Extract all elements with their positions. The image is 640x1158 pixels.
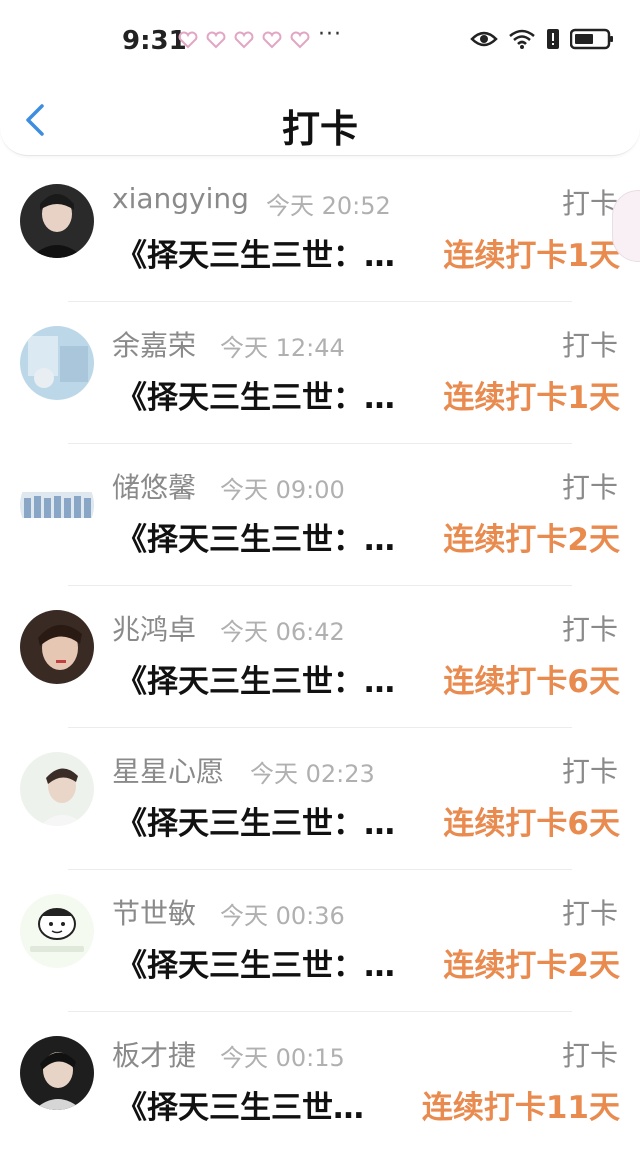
wifi-icon (509, 29, 535, 49)
checkin-tag: 打卡 (561, 897, 618, 930)
avatar[interactable] (20, 468, 94, 542)
avatar[interactable] (20, 610, 94, 684)
sim-alert-icon (547, 29, 559, 49)
list-item[interactable]: 星星心愿 今天 02:23 打卡 《择天三生三世：… 连续打卡6天 (0, 728, 640, 870)
book-title: 《择天三生三世：… (116, 380, 395, 416)
heart-icon (234, 31, 254, 49)
floating-badge[interactable] (612, 190, 640, 262)
checkin-time: 今天 06:42 (220, 618, 345, 646)
streak-label: 连续打卡11天 (421, 1090, 620, 1126)
avatar[interactable] (20, 184, 94, 258)
eye-icon (470, 31, 498, 47)
streak-label: 连续打卡1天 (443, 238, 620, 274)
avatar[interactable] (20, 894, 94, 968)
avatar[interactable] (20, 1036, 94, 1110)
checkin-tag: 打卡 (561, 329, 618, 362)
heart-icon (178, 31, 198, 49)
streak-label: 连续打卡2天 (443, 948, 620, 984)
user-name: 兆鸿卓 (112, 613, 197, 646)
list-item[interactable]: 兆鸿卓 今天 06:42 打卡 《择天三生三世：… 连续打卡6天 (0, 586, 640, 728)
overflow-dots: ··· (318, 22, 342, 47)
avatar[interactable] (20, 326, 94, 400)
streak-label: 连续打卡2天 (443, 522, 620, 558)
notification-icons (178, 30, 310, 50)
book-title: 《择天三生三世：… (116, 948, 395, 984)
battery-icon (570, 28, 613, 50)
heart-icon (262, 31, 282, 49)
system-icons (470, 28, 614, 50)
heart-icon (206, 31, 226, 49)
book-title: 《择天三生三世：… (116, 238, 395, 274)
book-title: 《择天三生三世：… (116, 664, 395, 700)
list-item[interactable]: xiangying 今天 20:52 打卡 《择天三生三世：… 连续打卡1天 (0, 160, 640, 302)
book-title: 《择天三生三世：… (116, 522, 395, 558)
list-item[interactable]: 余嘉荣 今天 12:44 打卡 《择天三生三世：… 连续打卡1天 (0, 302, 640, 444)
heart-icon (290, 31, 310, 49)
book-title: 《择天三生三世… (116, 1090, 364, 1126)
checkin-tag: 打卡 (561, 755, 618, 788)
list-item[interactable]: 储悠馨 今天 09:00 打卡 《择天三生三世：… 连续打卡2天 (0, 444, 640, 586)
page-title: 打卡 (281, 107, 358, 151)
checkin-list: xiangying 今天 20:52 打卡 《择天三生三世：… 连续打卡1天 余… (0, 160, 640, 1154)
status-time: 9:31 (122, 26, 187, 56)
user-name: 星星心愿 (112, 755, 225, 788)
streak-label: 连续打卡6天 (443, 664, 620, 700)
checkin-tag: 打卡 (561, 613, 618, 646)
checkin-time: 今天 09:00 (220, 476, 345, 504)
checkin-time: 今天 00:36 (220, 902, 345, 930)
checkin-tag: 打卡 (561, 187, 618, 220)
user-name: 板才捷 (112, 1039, 197, 1072)
streak-label: 连续打卡1天 (443, 380, 620, 416)
status-bar: 9:31 ··· (0, 0, 640, 84)
avatar[interactable] (20, 752, 94, 826)
user-name: xiangying (112, 182, 249, 215)
checkin-time: 今天 12:44 (220, 334, 345, 362)
checkin-time: 今天 02:23 (250, 760, 375, 788)
checkin-tag: 打卡 (561, 1039, 618, 1072)
book-title: 《择天三生三世：… (116, 806, 395, 842)
list-item[interactable]: 板才捷 今天 00:15 打卡 《择天三生三世… 连续打卡11天 (0, 1012, 640, 1154)
user-name: 节世敏 (112, 897, 197, 930)
checkin-time: 今天 00:15 (220, 1044, 345, 1072)
checkin-time: 今天 20:52 (266, 192, 391, 220)
checkin-tag: 打卡 (561, 471, 618, 504)
user-name: 余嘉荣 (112, 329, 197, 362)
streak-label: 连续打卡6天 (443, 806, 620, 842)
list-item[interactable]: 节世敏 今天 00:36 打卡 《择天三生三世：… 连续打卡2天 (0, 870, 640, 1012)
nav-bar: 打卡 (0, 84, 640, 156)
user-name: 储悠馨 (112, 471, 197, 504)
